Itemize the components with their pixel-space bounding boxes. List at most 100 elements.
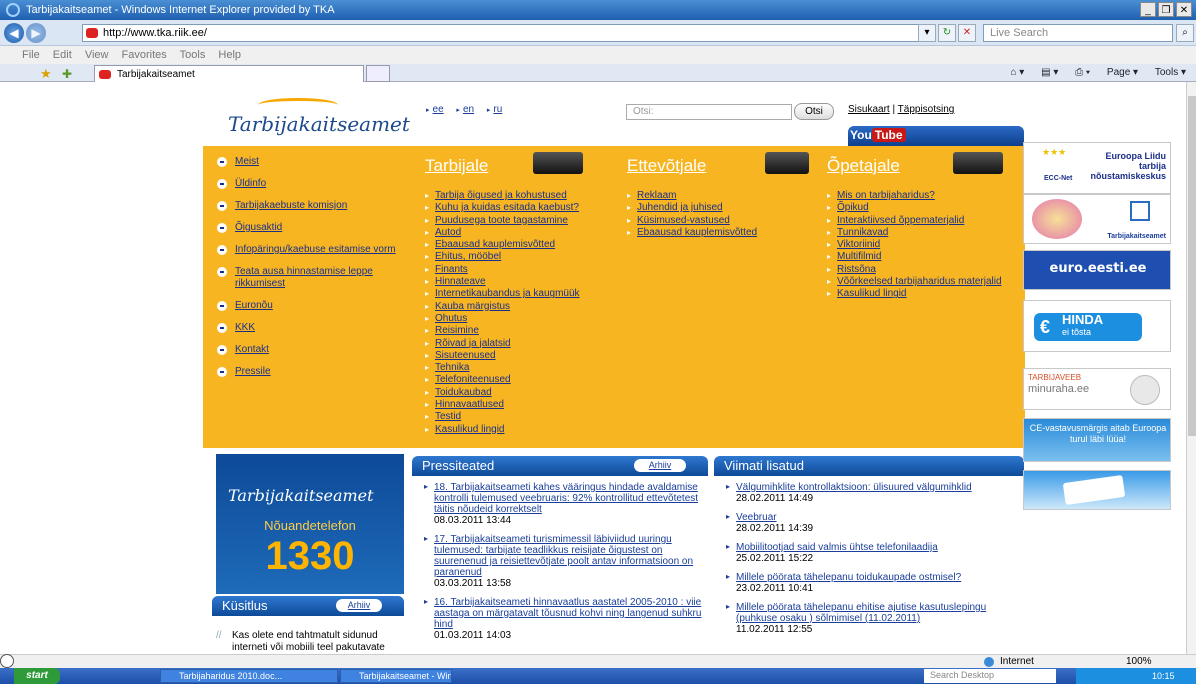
leftnav-item-kkk[interactable]: KKK [217,322,401,334]
forward-button[interactable]: ▶ [26,23,46,43]
tarbijale-link[interactable]: Puudusega toote tagastamine [425,215,615,228]
sitemap-link[interactable]: Sisukaart [848,104,890,115]
leftnav-item-meist[interactable]: Meist [217,156,401,168]
ecc-banner[interactable]: ★★★ ECC-Net Euroopa Liidu tarbija nõusta… [1023,142,1171,194]
tarbijale-link[interactable]: Kasulikud lingid [425,424,615,437]
tarbijale-link[interactable]: Hinnateave [425,276,615,289]
news-link[interactable]: Millele pöörata tähelepanu toidukaupade … [736,572,1016,583]
opetajale-link[interactable]: Viktoriinid [827,239,1017,252]
tarbijale-link[interactable]: Sisuteenused [425,350,615,363]
hotline-banner[interactable]: Tarbijakaitseamet Nõuandetelefon 1330 [216,454,404,594]
ettevotjale-link[interactable]: Reklaam [627,190,807,203]
favorites-star-icon[interactable]: ★ [40,65,52,83]
tools-menu[interactable]: Tools ▾ [1155,67,1186,78]
lang-en[interactable]: en [463,104,474,115]
refresh-button[interactable]: ↻ [938,24,956,42]
ce-banner[interactable]: CE-vastavusmärgis aitab Euroopa turul lä… [1023,418,1171,462]
menu-tools[interactable]: Tools [180,49,206,61]
news-link[interactable]: 16. Tarbijakaitseameti hinnavaatlus aast… [434,597,702,630]
close-button[interactable]: ✕ [1176,2,1192,17]
press-archive-link[interactable]: Arhiiv [634,459,686,472]
tab-active[interactable]: Tarbijakaitseamet [94,65,364,82]
tarbijale-link[interactable]: Autod [425,227,615,240]
tarbijale-link[interactable]: Finants [425,264,615,277]
tarbijale-link[interactable]: Ebaausad kauplemisvõtted [425,239,615,252]
leftnav-item-komisjon[interactable]: Tarbijakaebuste komisjon [217,200,401,212]
minuraha-banner[interactable]: TARBIJAVEEB minuraha.ee [1023,368,1171,410]
opetajale-link[interactable]: Interaktiivsed õppematerjalid [827,215,1017,228]
card-banner[interactable] [1023,470,1171,510]
tarbijale-link[interactable]: Rõivad ja jalatsid [425,338,615,351]
news-link[interactable]: 18. Tarbijakaitseameti kahes vääringus h… [434,482,702,515]
news-link[interactable]: 17. Tarbijakaitseameti turismimessil läb… [434,534,702,578]
poll-archive-link[interactable]: Arhiiv [336,599,382,612]
news-link[interactable]: Millele pöörata tähelepanu ehitise ajuti… [736,602,1016,624]
address-bar[interactable]: http://www.tka.riik.ee/ [82,24,932,42]
start-button[interactable]: start [14,668,60,684]
vertical-scrollbar[interactable] [1186,82,1196,654]
minimize-button[interactable]: _ [1140,2,1156,17]
address-dropdown-button[interactable]: ▾ [918,24,936,42]
restore-button[interactable]: ❐ [1158,2,1174,17]
site-logo[interactable]: Tarbijakaitseamet [228,98,410,136]
leftnav-item-pressile[interactable]: Pressile [217,366,401,378]
leftnav-item-euronou[interactable]: Euronõu [217,300,401,312]
tarbijale-link[interactable]: Reisimine [425,325,615,338]
hinda-banner[interactable]: HINDA ei tõsta € [1023,300,1171,352]
advanced-search-link[interactable]: Täppisotsing [898,104,955,115]
tarbijale-link[interactable]: Tehnika [425,362,615,375]
menu-help[interactable]: Help [218,49,241,61]
ettevotjale-link[interactable]: Juhendid ja juhised [627,202,807,215]
opetajale-link[interactable]: Mis on tarbijaharidus? [827,190,1017,203]
tarbijale-link[interactable]: Telefoniteenused [425,374,615,387]
leftnav-item-uldinfo[interactable]: Üldinfo [217,178,401,190]
opetajale-link[interactable]: Kasulikud lingid [827,288,1017,301]
tarbijale-link[interactable]: Testid [425,411,615,424]
stop-button[interactable]: ✕ [958,24,976,42]
search-icon[interactable]: ⌕ [1176,24,1194,42]
tarbijale-link[interactable]: Internetikaubandus ja kaugmüük [425,288,615,301]
tka-banner[interactable]: Tarbijakaitseamet [1023,194,1171,244]
page-menu[interactable]: Page ▾ [1107,67,1138,78]
new-tab-button[interactable] [366,65,390,82]
site-search-input[interactable]: Otsi: [626,104,792,120]
tarbijale-link[interactable]: Tarbija õigused ja kohustused [425,190,615,203]
news-link[interactable]: Välgumihklite kontrollaktsioon: ülisuure… [736,482,1016,493]
tarbijale-link[interactable]: Ohutus [425,313,615,326]
leftnav-item-infoparing[interactable]: Infopäringu/kaebuse esitamise vorm [217,244,401,256]
zoom-level[interactable]: 100% [1126,655,1152,668]
lang-ru[interactable]: ru [493,104,502,115]
print-icon[interactable]: ⎙ ▾ [1075,67,1090,78]
scrollbar-thumb[interactable] [1188,96,1196,436]
column-tarbijale-title[interactable]: Tarbijale [425,156,615,176]
back-button[interactable]: ◀ [4,23,24,43]
site-search-button[interactable]: Otsi [794,103,834,120]
news-link[interactable]: Veebruar [736,512,1016,523]
ettevotjale-link[interactable]: Küsimused-vastused [627,215,807,228]
youtube-logo[interactable]: You Tube [850,128,906,142]
leftnav-item-teata[interactable]: Teata ausa hinnastamise leppe rikkumises… [217,266,401,290]
live-search-input[interactable]: Live Search [983,24,1173,42]
menu-edit[interactable]: Edit [53,49,72,61]
opetajale-link[interactable]: Võõrkeelsed tarbijaharidus materjalid [827,276,1017,289]
leftnav-item-oigusaktid[interactable]: Õigusaktid [217,222,401,234]
tarbijale-link[interactable]: Toidukaubad [425,387,615,400]
home-icon[interactable]: ⌂ ▾ [1010,67,1024,78]
euro-banner[interactable]: euro.eesti.ee [1023,250,1171,290]
ettevotjale-link[interactable]: Ebaausad kauplemisvõtted [627,227,807,240]
leftnav-item-kontakt[interactable]: Kontakt [217,344,401,356]
opetajale-link[interactable]: Multifilmid [827,251,1017,264]
menu-view[interactable]: View [85,49,109,61]
menu-file[interactable]: File [22,49,40,61]
tarbijale-link[interactable]: Ehitus, mööbel [425,251,615,264]
tarbijale-link[interactable]: Hinnavaatlused [425,399,615,412]
feeds-icon[interactable]: ▤ ▾ [1041,67,1058,78]
taskbar-ie-window[interactable]: Tarbijakaitseamet - Wind... [340,669,452,683]
tarbijale-link[interactable]: Kauba märgistus [425,301,615,314]
add-favorites-icon[interactable]: ✚ [62,65,72,83]
opetajale-link[interactable]: Tunnikavad [827,227,1017,240]
lang-ee[interactable]: ee [433,104,444,115]
opetajale-link[interactable]: Ristsõna [827,264,1017,277]
opetajale-link[interactable]: Õpikud [827,202,1017,215]
desktop-search-input[interactable]: Search Desktop [924,669,1056,683]
